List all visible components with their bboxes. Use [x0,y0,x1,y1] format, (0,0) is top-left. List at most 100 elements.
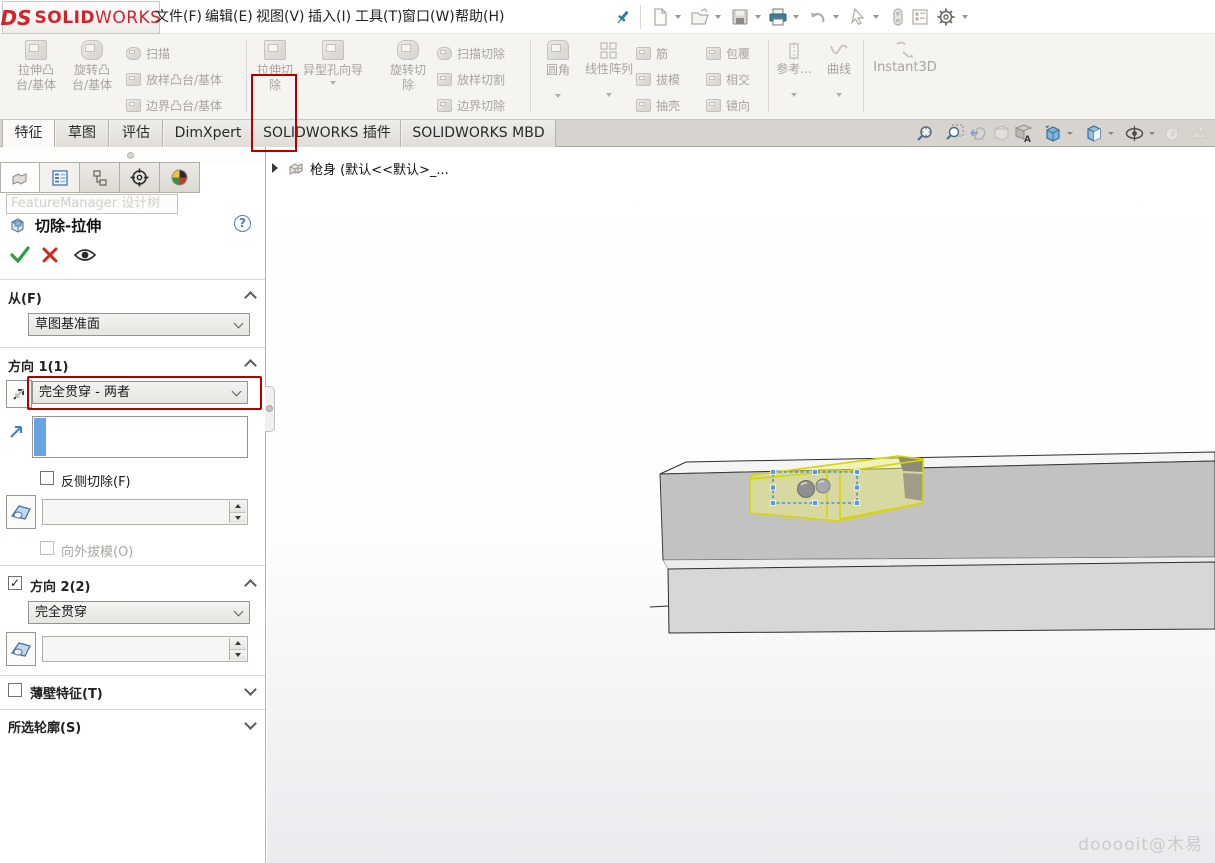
extruded-boss-button[interactable]: 拉伸凸 台/基体 [8,40,64,114]
thin-feature-checkbox[interactable] [8,683,22,697]
hole-wizard-button[interactable]: 异型孔向导 [300,40,366,114]
intersect-button[interactable]: 相交 [706,68,750,90]
reference-caret[interactable] [791,93,797,97]
boundary-boss-button[interactable]: 边界凸台/基体 [126,94,222,116]
direction2-checkbox[interactable]: ✓ [8,576,22,590]
tab-evaluate[interactable]: 评估 [109,120,163,147]
section-thin-feature-header[interactable]: 薄壁特征(T) [30,683,103,702]
new-document-caret[interactable] [675,15,681,19]
scene-icon[interactable] [1188,123,1209,144]
tab-solidworks-mbd[interactable]: SOLIDWORKS MBD [401,120,556,147]
direction2-draft-button[interactable] [6,632,36,666]
swept-boss-button[interactable]: 扫描 [126,42,170,64]
open-icon[interactable] [690,7,710,27]
draft-angle-button[interactable] [6,495,36,529]
lofted-cut-button[interactable]: 放样切割 [437,68,505,90]
panel-splitter[interactable] [0,147,265,162]
fillet-button[interactable]: 圆角 [538,40,578,114]
tab-features[interactable]: 特征 [2,120,55,147]
zoom-area-icon[interactable] [944,123,965,144]
preview-eye-icon[interactable] [74,247,96,263]
part-upper-band-face[interactable] [659,460,1215,561]
tab-dimxpertmanager[interactable] [120,162,160,193]
hide-show-caret[interactable] [1149,132,1155,135]
section-direction2-header[interactable]: 方向 2(2) [30,576,91,595]
curves-button[interactable]: 曲线 [818,40,860,114]
flyout-tree-item-label[interactable]: 枪身 (默认<<默认>_... [310,159,449,178]
swept-cut-button[interactable]: 扫描切除 [437,42,505,64]
curves-caret[interactable] [836,93,842,97]
selection-filter-icon[interactable] [888,7,908,27]
tab-sketch[interactable]: 草图 [55,120,109,147]
tab-propertymanager[interactable] [40,162,80,193]
pin-icon[interactable] [613,7,633,27]
view-orientation-caret[interactable] [1067,132,1073,135]
section-from-collapse-icon[interactable] [244,291,257,304]
task-pane-icon[interactable] [910,7,930,27]
model-3d-view[interactable] [640,430,1215,660]
flyout-expand-icon[interactable] [272,163,278,173]
linear-pattern-caret[interactable] [606,93,612,97]
linear-pattern-button[interactable]: 线性阵列 [578,40,640,114]
previous-view-icon[interactable] [968,123,989,144]
view-settings-icon[interactable]: A [1013,123,1034,144]
reference-geometry-button[interactable]: 参考... [772,40,816,114]
revolved-cut-button[interactable]: 旋转切除 [384,40,432,114]
section-direction1-header[interactable]: 方向 1(1) [8,356,69,375]
open-caret[interactable] [715,15,721,19]
tab-appearances[interactable] [160,162,200,193]
section-view-icon[interactable] [991,123,1012,144]
flip-side-checkbox[interactable] [40,471,54,485]
flip-side-label[interactable]: 反侧切除(F) [61,471,131,490]
section-selected-contours-header[interactable]: 所选轮廓(S) [8,717,81,736]
print-icon[interactable] [768,7,788,27]
undo-icon[interactable] [808,7,828,27]
tab-dimxpert[interactable]: DimXpert [163,120,253,147]
mirror-button[interactable]: 镜向 [706,94,750,116]
print-caret[interactable] [793,15,799,19]
revolved-boss-button[interactable]: 旋转凸 台/基体 [64,40,120,114]
select-icon[interactable] [848,7,868,27]
direction2-draft-spinner[interactable] [229,638,246,660]
hole-wizard-caret[interactable] [330,81,336,85]
ok-check-icon[interactable] [10,245,30,263]
save-caret[interactable] [755,15,761,19]
flyout-feature-tree[interactable]: 枪身 (默认<<默认>_... [272,159,449,178]
direction1-draft-spinner[interactable] [229,501,246,523]
from-dropdown[interactable]: 草图基准面 [28,313,250,336]
panel-collapse-handle[interactable] [265,386,275,432]
display-style-caret[interactable] [1108,132,1114,135]
options-gear-icon[interactable] [936,7,956,27]
section-direction2-collapse-icon[interactable] [244,579,257,592]
tab-featuremanager-tree[interactable] [0,162,40,193]
direction1-draft-field[interactable] [42,499,248,525]
view-orientation-icon[interactable] [1042,123,1063,144]
new-document-icon[interactable] [650,7,670,27]
wrap-button[interactable]: 包覆 [706,42,750,64]
select-caret[interactable] [873,15,879,19]
direction2-draft-field[interactable] [42,636,248,662]
save-icon[interactable] [730,7,750,27]
cancel-x-icon[interactable] [42,247,58,263]
section-thin-feature-expand-icon[interactable] [244,683,257,696]
help-icon[interactable]: ? [234,215,251,232]
display-style-icon[interactable] [1083,123,1104,144]
undo-caret[interactable] [833,15,839,19]
draft-button[interactable]: 拔模 [636,68,680,90]
direction2-end-condition-dropdown[interactable]: 完全贯穿 [28,601,250,624]
direction1-selection-listbox[interactable] [32,416,248,458]
graphics-viewport[interactable]: 枪身 (默认<<默认>_... dooooit@木易 [267,147,1215,863]
options-caret[interactable] [962,15,968,19]
hide-show-items-icon[interactable] [1124,123,1145,144]
part-lower-band-face[interactable] [667,561,1215,634]
rib-button[interactable]: 筋 [636,42,668,64]
section-selected-contours-expand-icon[interactable] [244,717,257,730]
menu-help[interactable]: 帮助(H) [449,7,510,28]
instant3d-button[interactable]: Instant3D [868,40,942,114]
section-direction1-collapse-icon[interactable] [244,359,257,372]
lofted-boss-button[interactable]: 放样凸台/基体 [126,68,222,90]
shell-button[interactable]: 抽壳 [636,94,680,116]
section-from-header[interactable]: 从(F) [8,288,42,307]
fillet-caret[interactable] [555,94,561,98]
tab-configurationmanager[interactable] [80,162,120,193]
